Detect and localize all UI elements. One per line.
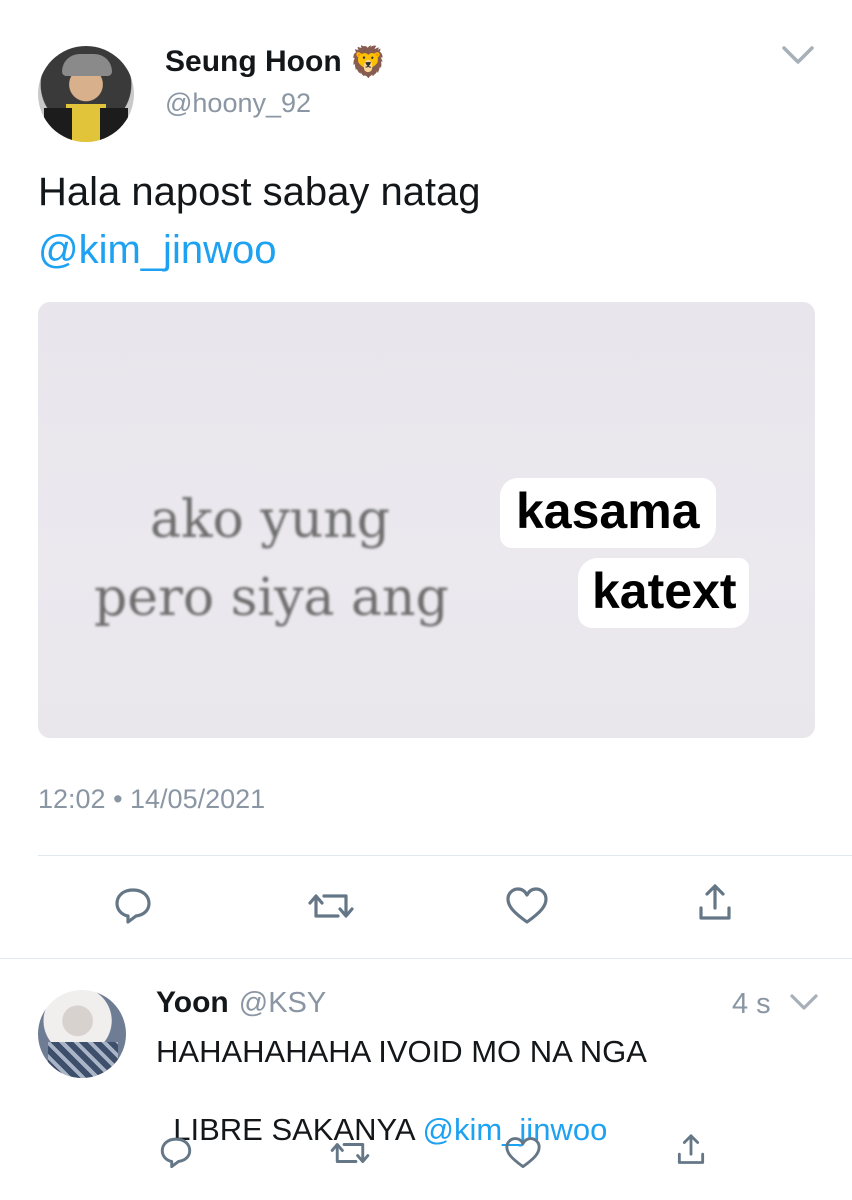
chevron-down-icon[interactable]	[778, 40, 818, 70]
media-line1-text: ako yung	[150, 490, 390, 550]
thread-separator	[0, 958, 852, 959]
author-handle[interactable]: @hoony_92	[165, 88, 311, 119]
lion-emoji: 🦁	[349, 44, 388, 80]
avatar-jacket-right	[100, 108, 128, 142]
share-icon[interactable]	[697, 882, 733, 924]
media-line2-text: pero siya ang	[94, 568, 449, 628]
reply-share-icon[interactable]	[676, 1132, 706, 1168]
avatar-hat	[62, 54, 112, 76]
reply-icon[interactable]	[112, 884, 154, 926]
reply-avatar-shirt	[48, 1042, 118, 1078]
media-line1-sticker: kasama	[500, 478, 716, 548]
tweet-media[interactable]: ako yung kasama pero siya ang katext	[38, 302, 815, 738]
author-avatar[interactable]	[38, 46, 134, 142]
media-line2-sticker: katext	[578, 558, 749, 628]
avatar-jacket-left	[44, 108, 72, 142]
reply-avatar[interactable]	[38, 990, 126, 1078]
reply-time: 4 s	[732, 988, 771, 1020]
reply-text: LIBRE SAKANYA	[173, 1112, 423, 1147]
reply-retweet-icon[interactable]	[330, 1136, 370, 1170]
divider	[38, 855, 852, 856]
tweet-timestamp[interactable]: 12:02 • 14/05/2021	[38, 784, 265, 815]
reply-reply-icon[interactable]	[158, 1134, 194, 1170]
reply-text-line1: HAHAHAHAHA IVOID MO NA NGA	[156, 1034, 647, 1069]
tweet-text: Hala napost sabay natag	[38, 170, 481, 214]
reply-like-icon[interactable]	[504, 1136, 542, 1170]
author-name-row[interactable]: Seung Hoon 🦁	[165, 42, 387, 82]
author-name: Seung Hoon	[165, 45, 342, 78]
reply-author-name: Yoon	[156, 986, 229, 1019]
retweet-icon[interactable]	[308, 886, 354, 926]
tweet-mention[interactable]: @kim_jinwoo	[38, 228, 276, 273]
reply-author-handle: @KSY	[238, 987, 327, 1019]
like-icon[interactable]	[505, 886, 549, 926]
reply-header[interactable]: Yoon @KSY	[156, 986, 326, 1020]
reply-chevron-down-icon[interactable]	[788, 990, 820, 1016]
